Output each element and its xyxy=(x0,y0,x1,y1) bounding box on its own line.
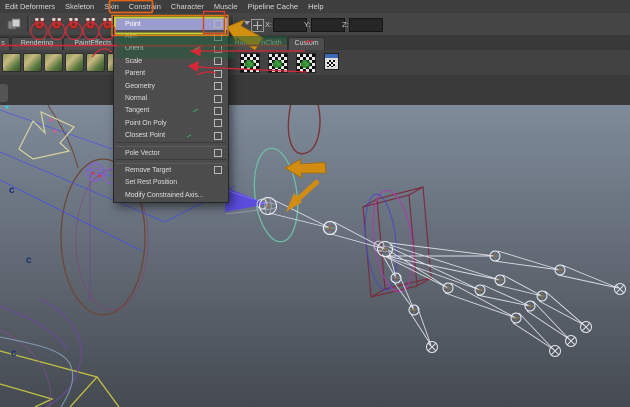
y-coord-label: Y: xyxy=(304,20,311,29)
menu-item[interactable]: Parent xyxy=(114,68,228,80)
tab-ncloth[interactable]: nCloth xyxy=(255,37,288,50)
main-menubar: Edit Deformers Skeleton Skin Constrain C… xyxy=(0,0,630,14)
menu-item-label: Remove Target xyxy=(125,167,171,174)
menu-item-label: Parent xyxy=(125,70,145,77)
menu-item[interactable]: Normal xyxy=(114,92,228,104)
snap-icons-group xyxy=(32,17,115,32)
menu-item[interactable]: Pole Vector xyxy=(114,147,228,159)
menu-item[interactable]: Modify Constrained Axis... xyxy=(114,189,228,201)
paintfx-preset-icon-3[interactable] xyxy=(44,53,63,72)
curve-label-c1: c xyxy=(9,185,15,196)
menu-item-label: Set Rest Position xyxy=(125,179,177,186)
paintfx-preset-icon-5[interactable] xyxy=(86,53,105,72)
menu-item-label: Closest Point xyxy=(125,132,165,139)
maya-window: Edit Deformers Skeleton Skin Constrain C… xyxy=(0,0,630,407)
y-coord-input[interactable] xyxy=(311,18,345,32)
snap-to-curves-icon[interactable] xyxy=(49,17,64,32)
option-box-icon[interactable] xyxy=(214,149,222,157)
paintfx-preset-icon-2[interactable] xyxy=(23,53,42,72)
ncloth-collide-icon[interactable] xyxy=(268,53,288,73)
tab-custom[interactable]: Custom xyxy=(288,37,325,50)
menu-item[interactable]: Remove Target xyxy=(114,164,228,176)
absolute-transform-icon[interactable] xyxy=(251,19,264,32)
menu-pipeline-cache[interactable]: Pipeline Cache xyxy=(243,0,303,13)
menu-item[interactable]: Aim xyxy=(114,30,228,42)
dropdown-arrow-icon xyxy=(244,21,250,25)
menu-edit-deformers[interactable]: Edit Deformers xyxy=(0,0,60,13)
ncloth-shelf-icons xyxy=(240,53,339,73)
menu-item[interactable]: Set Rest Position xyxy=(114,177,228,189)
z-coord-input[interactable] xyxy=(349,18,383,32)
x-coord-input[interactable] xyxy=(273,18,307,32)
status-line: ~ X: Y: Z: xyxy=(0,13,630,36)
menu-item[interactable]: Point xyxy=(114,18,228,30)
menu-item-label: Tangent xyxy=(125,107,149,114)
tab-partial[interactable]: s xyxy=(0,37,10,50)
shelf xyxy=(0,50,630,76)
toolbar-separator xyxy=(27,16,30,32)
snap-to-grids-icon[interactable] xyxy=(32,17,47,32)
menu-item[interactable]: Tangent xyxy=(114,105,228,117)
menu-item-label: Scale xyxy=(125,58,142,65)
menu-item-label: Point xyxy=(125,21,140,28)
x-coord-label: X: xyxy=(265,20,272,29)
menu-item-label: Aim xyxy=(125,33,137,40)
tab-rendering[interactable]: Rendering xyxy=(11,37,63,50)
option-box-icon[interactable] xyxy=(214,33,222,41)
menu-item[interactable]: Scale xyxy=(114,55,228,67)
menu-help[interactable]: Help xyxy=(303,0,328,13)
forearm-joint[interactable] xyxy=(324,222,337,235)
input-operations-dropdown[interactable]: ~ xyxy=(237,19,251,31)
tilde-glyph: ~ xyxy=(237,18,243,29)
menu-skeleton[interactable]: Skeleton xyxy=(60,0,99,13)
constrain-dropdown-menu: Point Aim Orient Scale Paren xyxy=(113,16,229,203)
option-box-icon[interactable] xyxy=(214,20,222,28)
option-box-icon[interactable] xyxy=(214,166,222,174)
ncloth-create-icon[interactable] xyxy=(240,53,260,73)
paintfx-preset-icon-1[interactable] xyxy=(2,53,21,72)
menu-item[interactable]: Closest Point xyxy=(114,130,228,142)
painteffects-shelf-icons xyxy=(2,53,126,72)
z-coord-label: Z: xyxy=(342,20,349,29)
option-box-icon[interactable] xyxy=(214,45,222,53)
menu-constrain[interactable]: Constrain xyxy=(124,0,166,13)
menu-item-label: Pole Vector xyxy=(125,150,160,157)
snap-to-points-icon[interactable] xyxy=(66,17,81,32)
snap-to-projected-center-icon[interactable] xyxy=(83,17,98,32)
panel-toolbar-band xyxy=(0,75,630,106)
menu-item-label: Normal xyxy=(125,95,147,102)
shelf-editor-icon[interactable] xyxy=(324,53,339,70)
curve-label-c2: c xyxy=(26,255,32,266)
menu-character[interactable]: Character xyxy=(166,0,209,13)
menu-skin[interactable]: Skin xyxy=(99,0,124,13)
option-box-icon[interactable] xyxy=(214,132,222,140)
selection-mask-icon[interactable] xyxy=(7,17,22,32)
option-box-icon[interactable] xyxy=(214,107,222,115)
menu-item[interactable]: Geometry xyxy=(114,80,228,92)
menu-item-label: Orient xyxy=(125,45,143,52)
option-box-icon[interactable] xyxy=(214,119,222,127)
viewport-canvas[interactable]: c c c xyxy=(0,105,630,407)
paintfx-preset-icon-4[interactable] xyxy=(65,53,84,72)
curve-label-c3: c xyxy=(11,348,17,359)
menu-muscle[interactable]: Muscle xyxy=(209,0,243,13)
menu-item-label: Geometry xyxy=(125,83,155,90)
menu-item-label: Point On Poly xyxy=(125,120,167,127)
tab-hair[interactable]: Hair xyxy=(227,37,255,50)
panel-menu-collapse-tab[interactable] xyxy=(0,84,8,102)
option-box-icon[interactable] xyxy=(214,82,222,90)
toolbar-separator xyxy=(231,16,234,32)
menu-item[interactable]: Orient xyxy=(114,43,228,55)
option-box-icon[interactable] xyxy=(214,95,222,103)
menu-item-label: Modify Constrained Axis... xyxy=(125,192,203,199)
option-box-icon[interactable] xyxy=(214,57,222,65)
shelf-tabs-row: s Rendering PaintEffects Hair nCloth Cus… xyxy=(0,35,630,51)
nconstraint-icon[interactable] xyxy=(296,53,316,73)
viewport-background[interactable] xyxy=(0,105,630,407)
option-box-icon[interactable] xyxy=(214,70,222,78)
menu-item[interactable]: Point On Poly xyxy=(114,117,228,129)
